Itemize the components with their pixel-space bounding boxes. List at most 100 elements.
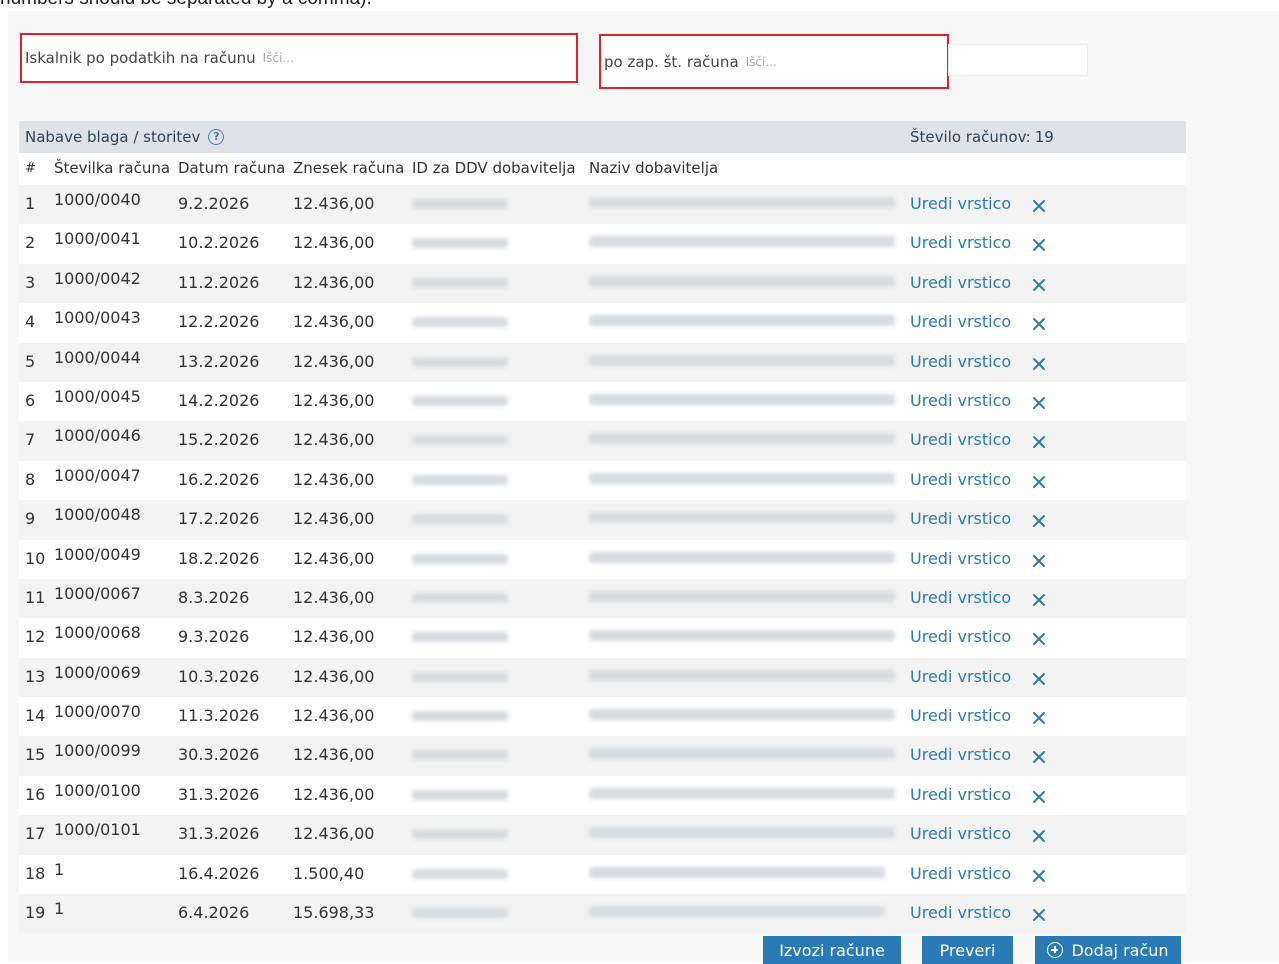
edit-row-link[interactable]: Uredi vrstico <box>910 233 1011 252</box>
close-x-icon[interactable] <box>1031 198 1047 214</box>
invoice-amount: 12.436,00 <box>293 194 375 213</box>
check-button[interactable]: Preveri <box>922 936 1013 964</box>
add-invoice-label: Dodaj račun <box>1071 940 1169 960</box>
redacted-supplier-name <box>589 472 895 484</box>
invoice-date: 18.2.2026 <box>178 548 260 568</box>
close-x-icon[interactable] <box>1031 592 1047 608</box>
invoice-amount: 12.436,00 <box>293 351 375 371</box>
edit-row-link[interactable]: Uredi vrstico <box>910 470 1011 489</box>
invoice-amount: 12.436,00 <box>293 706 375 726</box>
row-index: 3 <box>25 272 36 292</box>
redacted-supplier-name <box>589 630 895 642</box>
row-index: 13 <box>25 666 46 686</box>
close-x-icon[interactable] <box>1031 671 1047 687</box>
invoice-number: 1000/0099 <box>54 741 141 761</box>
table-row: 9 1000/0048 17.2.2026 12.436,00 Uredi vrstic… <box>19 500 1186 540</box>
redacted-vat-id <box>412 711 508 722</box>
edit-row-link[interactable]: Uredi vrstico <box>910 745 1011 764</box>
redacted-supplier-name <box>589 354 895 366</box>
invoice-amount: 12.436,00 <box>293 666 375 686</box>
table-title: Nabave blaga / storitev <box>25 128 201 146</box>
close-x-icon[interactable] <box>1031 710 1047 726</box>
redacted-vat-id <box>412 592 508 603</box>
col-header-supplier: Naziv dobavitelja <box>589 159 719 177</box>
invoice-date: 15.2.2026 <box>178 430 260 450</box>
invoice-amount: 12.436,00 <box>293 469 375 489</box>
close-x-icon[interactable] <box>1031 907 1047 923</box>
col-header-number: Številka računa <box>54 159 171 177</box>
close-x-icon[interactable] <box>1031 434 1047 450</box>
close-x-icon[interactable] <box>1031 513 1047 529</box>
search-by-invoice-data: Iskalnik po podatkih na računu <box>20 33 578 83</box>
redacted-vat-id <box>412 789 508 800</box>
edit-row-link[interactable]: Uredi vrstico <box>910 667 1011 686</box>
row-index: 19 <box>25 903 46 923</box>
plus-circle-icon <box>1047 942 1064 958</box>
edit-row-link[interactable]: Uredi vrstico <box>910 864 1011 883</box>
close-x-icon[interactable] <box>1031 749 1047 765</box>
edit-row-link[interactable]: Uredi vrstico <box>910 391 1011 410</box>
edit-row-link[interactable]: Uredi vrstico <box>910 352 1011 371</box>
invoice-number: 1000/0070 <box>54 702 141 722</box>
row-index: 18 <box>25 863 46 883</box>
edit-row-link[interactable]: Uredi vrstico <box>910 549 1011 568</box>
export-invoices-button[interactable]: Izvozi račune <box>763 936 901 964</box>
table-row: 11 1000/0067 8.3.2026 12.436,00 Uredi vrstic… <box>19 578 1186 619</box>
invoice-date: 10.2.2026 <box>178 233 260 253</box>
search-by-invoice-data-input[interactable] <box>262 47 576 69</box>
row-index: 17 <box>25 824 46 844</box>
table-row: 1 1000/0040 9.2.2026 12.436,00 Uredi vrstico <box>19 185 1186 225</box>
edit-row-link[interactable]: Uredi vrstico <box>910 824 1011 843</box>
row-index: 2 <box>25 233 36 253</box>
close-x-icon[interactable] <box>1031 553 1047 569</box>
redacted-vat-id <box>412 317 508 328</box>
redacted-supplier-name <box>589 906 885 918</box>
edit-row-link[interactable]: Uredi vrstico <box>910 588 1011 607</box>
edit-row-link[interactable]: Uredi vrstico <box>910 194 1011 213</box>
table-row: 15 1000/0099 30.3.2026 12.436,00 Uredi vrsti… <box>19 736 1186 776</box>
search-by-seq-number-input[interactable] <box>745 50 947 73</box>
help-icon[interactable]: ? <box>208 129 225 145</box>
redacted-supplier-name <box>589 393 895 405</box>
invoice-number: 1 <box>54 859 65 879</box>
row-index: 14 <box>25 706 46 726</box>
table-row: 4 1000/0043 12.2.2026 12.436,00 Uredi vrstic… <box>19 303 1186 343</box>
close-x-icon[interactable] <box>1031 277 1047 293</box>
invoice-amount: 12.436,00 <box>293 587 375 607</box>
edit-row-link[interactable]: Uredi vrstico <box>910 312 1011 331</box>
invoice-amount: 12.436,00 <box>293 430 375 450</box>
table-row: 19 1 6.4.2026 15.698,33 Uredi vrstico <box>19 894 1186 934</box>
row-index: 4 <box>25 312 36 332</box>
invoice-date: 11.3.2026 <box>178 706 260 726</box>
edit-row-link[interactable]: Uredi vrstico <box>910 706 1011 725</box>
edit-row-link[interactable]: Uredi vrstico <box>910 785 1011 804</box>
redacted-supplier-name <box>589 748 895 760</box>
row-index: 1 <box>25 194 36 213</box>
redacted-supplier-name <box>589 512 895 524</box>
redacted-vat-id <box>412 395 508 406</box>
col-header-index: # <box>25 161 36 176</box>
edit-row-link[interactable]: Uredi vrstico <box>910 430 1011 449</box>
invoice-number: 1000/0046 <box>54 426 141 446</box>
edit-row-link[interactable]: Uredi vrstico <box>910 509 1011 528</box>
edit-row-link[interactable]: Uredi vrstico <box>910 627 1011 646</box>
close-x-icon[interactable] <box>1031 356 1047 372</box>
invoice-amount: 12.436,00 <box>293 627 375 647</box>
close-x-icon[interactable] <box>1031 316 1047 332</box>
search-by-seq-number-field-extension[interactable] <box>948 44 1088 76</box>
close-x-icon[interactable] <box>1031 395 1047 411</box>
invoice-amount: 12.436,00 <box>293 390 375 410</box>
add-invoice-button[interactable]: Dodaj račun <box>1035 936 1181 964</box>
redacted-vat-id <box>412 356 508 367</box>
invoice-date: 9.3.2026 <box>178 627 250 647</box>
instruction-note: numbers should be separated by a comma). <box>0 0 372 10</box>
row-index: 10 <box>25 548 46 568</box>
edit-row-link[interactable]: Uredi vrstico <box>910 903 1011 922</box>
edit-row-link[interactable]: Uredi vrstico <box>910 273 1011 292</box>
close-x-icon[interactable] <box>1031 828 1047 844</box>
close-x-icon[interactable] <box>1031 789 1047 805</box>
close-x-icon[interactable] <box>1031 474 1047 490</box>
close-x-icon[interactable] <box>1031 237 1047 253</box>
close-x-icon[interactable] <box>1031 631 1047 647</box>
close-x-icon[interactable] <box>1031 868 1047 884</box>
